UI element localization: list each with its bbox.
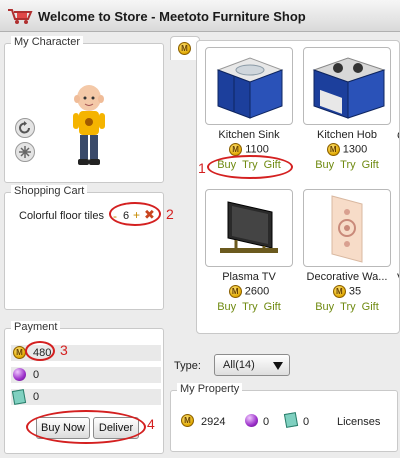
annotation-oval-2 — [109, 202, 161, 226]
property-licenses-count: 0 — [303, 416, 310, 428]
shopping-cart-panel: Shopping Cart Colorful floor tiles - 6 +… — [4, 185, 164, 310]
avatar — [69, 84, 109, 170]
payment-licenses-row: 0 — [11, 389, 161, 405]
my-property-legend: My Property — [177, 383, 243, 395]
type-dropdown[interactable]: All(14) — [214, 354, 290, 376]
my-character-panel: My Character — [4, 36, 164, 183]
coin-icon: M — [13, 346, 26, 359]
store-items-grid: Kitchen Sink M 1100 Buy Try Gift Kitchen H… — [196, 40, 400, 334]
item-price: M 1300 — [303, 143, 391, 156]
payment-gems-row: 0 — [11, 367, 161, 383]
property-licenses-label: Licenses — [337, 416, 381, 428]
try-link[interactable]: Try — [340, 301, 355, 313]
type-dropdown-value: All(14) — [223, 359, 255, 371]
coin-icon: M — [181, 414, 194, 427]
buy-link[interactable]: Buy — [315, 301, 334, 313]
store-window: My Character Shopping Cart Colorful floo… — [0, 32, 400, 458]
item-name: Kitchen Sink — [218, 129, 280, 141]
property-gems-value: 0 — [263, 416, 270, 428]
title-bar: Welcome to Store - Meetoto Furniture Sho… — [0, 0, 400, 32]
window-title: Welcome to Store - Meetoto Furniture Sho… — [38, 9, 306, 24]
decorative-wall-image[interactable] — [303, 189, 391, 267]
store-item-plasma-tv[interactable]: Plasma TV M 2600 Buy Try Gift — [205, 189, 293, 313]
gift-link[interactable]: Gift — [362, 159, 379, 171]
coin-icon: M — [228, 285, 242, 298]
shop-cart-icon — [6, 7, 34, 25]
item-actions: Buy Try Gift — [303, 301, 391, 313]
buy-link[interactable]: Buy — [315, 159, 334, 171]
store-item-kitchen-sink[interactable]: Kitchen Sink M 1100 Buy Try Gift — [205, 47, 293, 171]
snowflake-icon[interactable] — [15, 142, 35, 162]
annotation-number-3: 3 — [60, 342, 68, 358]
annotation-number-2: 2 — [166, 206, 174, 222]
shopping-cart-legend: Shopping Cart — [11, 185, 88, 197]
item-price-value: 2600 — [244, 285, 270, 298]
gift-link[interactable]: Gift — [362, 301, 379, 313]
store-item-decorative-wall[interactable]: Decorative Wa... M 35 Buy Try Gift — [303, 189, 391, 313]
item-name: Plasma TV — [222, 271, 276, 283]
item-price: M 35 — [303, 285, 391, 298]
kitchen-hob-image[interactable] — [303, 47, 391, 125]
item-actions: Buy Try Gift — [205, 301, 293, 313]
item-price-value: 1100 — [245, 143, 269, 156]
rotate-icon[interactable] — [15, 118, 35, 138]
payment-gems-value: 0 — [33, 369, 40, 381]
store-item-kitchen-hob[interactable]: Kitchen Hob M 1300 Buy Try Gift — [303, 47, 391, 171]
gift-link[interactable]: Gift — [264, 301, 281, 313]
cart-item-name: Colorful floor tiles — [19, 210, 104, 222]
buy-link[interactable]: Buy — [217, 301, 236, 313]
item-price-value: 35 — [348, 285, 362, 298]
annotation-oval-1 — [207, 155, 293, 179]
my-property-panel: My Property M 2924 0 0 Licenses — [170, 383, 398, 452]
my-character-legend: My Character — [11, 36, 84, 48]
item-actions: Buy Try Gift — [303, 159, 391, 171]
chevron-down-icon — [273, 362, 283, 370]
try-link[interactable]: Try — [340, 159, 355, 171]
coin-tab-icon: M — [178, 42, 191, 55]
item-price: M 2600 — [205, 285, 293, 298]
try-link[interactable]: Try — [242, 301, 257, 313]
plasma-tv-image[interactable] — [205, 189, 293, 267]
annotation-number-1: 1 — [198, 160, 206, 176]
payment-licenses-value: 0 — [33, 391, 40, 403]
coin-icon: M — [326, 143, 340, 156]
annotation-oval-4 — [26, 410, 146, 444]
type-label: Type: — [174, 360, 201, 372]
annotation-oval-3 — [25, 341, 55, 361]
gem-icon — [245, 414, 258, 427]
coin-icon: M — [229, 143, 243, 156]
gem-icon — [13, 368, 26, 381]
item-price-value: 1300 — [342, 143, 368, 156]
property-coins-value: 2924 — [201, 416, 226, 428]
item-name: Decorative Wa... — [306, 271, 388, 283]
item-name: Kitchen Hob — [317, 129, 377, 141]
payment-legend: Payment — [11, 321, 61, 333]
license-card-icon — [11, 389, 27, 405]
annotation-number-4: 4 — [147, 416, 155, 432]
payment-panel: Payment M 480 0 0 Buy Now Deliver — [4, 321, 164, 454]
coin-icon: M — [332, 285, 346, 298]
license-card-icon — [283, 412, 299, 428]
kitchen-sink-image[interactable] — [205, 47, 293, 125]
